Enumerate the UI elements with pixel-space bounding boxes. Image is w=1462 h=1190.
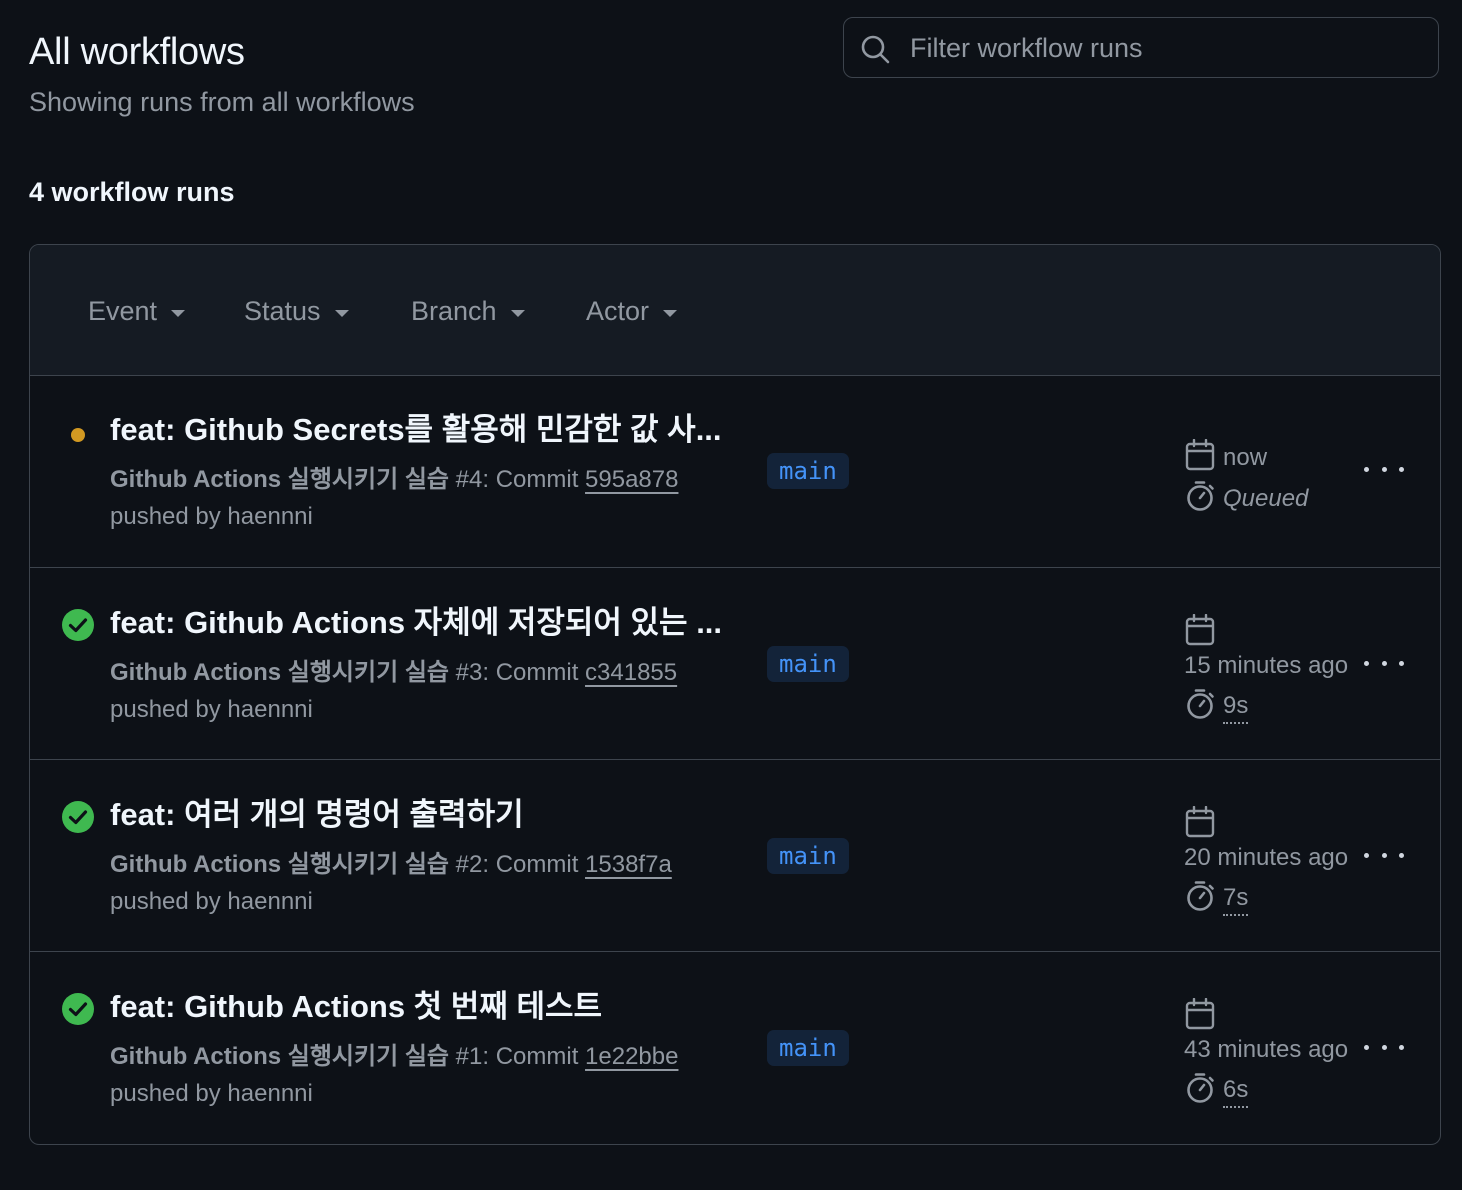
- run-duration: 9s: [1223, 690, 1249, 724]
- stopwatch-icon: [1187, 1073, 1214, 1103]
- run-title-link[interactable]: feat: Github Actions 첫 번째 테스트: [110, 985, 602, 1029]
- check-circle-icon: [62, 609, 94, 641]
- run-time: 43 minutes ago: [1184, 1036, 1349, 1063]
- kebab-dot: [1399, 466, 1404, 472]
- run-meta: Github Actions 실행시키기 실습 #3: Commit c3418…: [110, 656, 677, 690]
- filter-branch-label: Branch: [411, 295, 497, 326]
- commit-link[interactable]: c341855: [585, 659, 677, 686]
- workflow-run-row[interactable]: feat: Github Actions 자체에 저장되어 있는 ... Git…: [30, 567, 1440, 758]
- run-time: 20 minutes ago: [1184, 844, 1349, 871]
- calendar-icon: [1185, 614, 1215, 646]
- run-title-link[interactable]: feat: Github Secrets를 활용해 민감한 값 사...: [110, 408, 722, 452]
- page-title: All workflows: [29, 31, 245, 73]
- caret-down-icon: [334, 309, 349, 317]
- calendar-icon: [1185, 806, 1215, 838]
- run-title-link[interactable]: feat: 여러 개의 명령어 출력하기: [110, 793, 524, 837]
- kebab-dot: [1399, 1044, 1404, 1050]
- stopwatch-icon: [1187, 689, 1214, 719]
- kebab-dot: [1381, 660, 1387, 666]
- workflow-name: Github Actions 실행시키기 실습: [110, 1043, 449, 1070]
- run-actor: pushed by haennni: [110, 888, 313, 915]
- calendar-icon: [1185, 998, 1215, 1030]
- run-number: #3: Commit: [449, 659, 586, 686]
- stopwatch-icon: [1187, 481, 1214, 511]
- more-actions-button[interactable]: [1364, 845, 1404, 865]
- workflow-name: Github Actions 실행시키기 실습: [110, 659, 449, 686]
- filter-bar: Event Status Branch Actor: [30, 245, 1440, 376]
- run-number: #1: Commit: [449, 1043, 586, 1070]
- run-actor: pushed by haennni: [110, 696, 313, 723]
- branch-badge[interactable]: main: [767, 838, 849, 874]
- kebab-dot: [1381, 1044, 1387, 1050]
- branch-badge[interactable]: main: [767, 1030, 849, 1066]
- run-duration: 6s: [1223, 1074, 1249, 1108]
- filter-event[interactable]: Event: [88, 291, 186, 331]
- caret-down-icon: [171, 309, 186, 317]
- kebab-dot: [1364, 1044, 1369, 1050]
- run-meta: Github Actions 실행시키기 실습 #1: Commit 1e22b…: [110, 1040, 678, 1074]
- run-number: #2: Commit: [449, 851, 586, 878]
- caret-down-icon: [663, 309, 678, 317]
- more-actions-button[interactable]: [1364, 459, 1404, 479]
- workflow-run-row[interactable]: feat: 여러 개의 명령어 출력하기 Github Actions 실행시키…: [30, 759, 1440, 950]
- run-duration: Queued: [1223, 485, 1309, 512]
- more-actions-button[interactable]: [1364, 1037, 1404, 1057]
- search-input[interactable]: [908, 18, 1428, 78]
- filter-actor-label: Actor: [586, 295, 650, 326]
- filter-status[interactable]: Status: [244, 291, 349, 331]
- filter-event-label: Event: [88, 295, 158, 326]
- workflow-runs-page: All workflows Showing runs from all work…: [0, 0, 1462, 1190]
- caret-down-icon: [510, 309, 525, 317]
- commit-link[interactable]: 1538f7a: [585, 851, 672, 878]
- run-actor: pushed by haennni: [110, 503, 313, 530]
- workflow-run-row[interactable]: feat: Github Actions 첫 번째 테스트 Github Act…: [30, 951, 1440, 1142]
- kebab-dot: [1399, 852, 1404, 858]
- queued-status-icon: [71, 428, 85, 442]
- kebab-dot: [1364, 466, 1369, 472]
- workflow-run-row[interactable]: feat: Github Secrets를 활용해 민감한 값 사... Git…: [30, 375, 1440, 566]
- kebab-dot: [1399, 660, 1404, 666]
- more-actions-button[interactable]: [1364, 653, 1404, 673]
- check-circle-icon: [62, 993, 94, 1025]
- page-subtitle: Showing runs from all workflows: [29, 87, 415, 117]
- run-meta: Github Actions 실행시키기 실습 #2: Commit 1538f…: [110, 848, 672, 882]
- kebab-dot: [1364, 660, 1369, 666]
- calendar-icon: [1185, 439, 1215, 471]
- kebab-dot: [1364, 852, 1369, 858]
- workflow-name: Github Actions 실행시키기 실습: [110, 466, 449, 493]
- search-icon: [861, 35, 890, 64]
- commit-link[interactable]: 595a878: [585, 466, 678, 493]
- kebab-dot: [1381, 852, 1387, 858]
- branch-badge[interactable]: main: [767, 453, 849, 489]
- branch-badge[interactable]: main: [767, 646, 849, 682]
- workflow-runs-list: Event Status Branch Actor feat: Github S…: [29, 244, 1441, 1145]
- run-time: 15 minutes ago: [1184, 652, 1349, 679]
- runs-count: 4 workflow runs: [29, 177, 235, 207]
- filter-status-label: Status: [244, 295, 321, 326]
- run-time: now: [1223, 444, 1268, 471]
- run-actor: pushed by haennni: [110, 1080, 313, 1107]
- run-meta: Github Actions 실행시키기 실습 #4: Commit 595a8…: [110, 463, 678, 497]
- commit-link[interactable]: 1e22bbe: [585, 1043, 678, 1070]
- workflow-name: Github Actions 실행시키기 실습: [110, 851, 449, 878]
- run-duration: 7s: [1223, 882, 1249, 916]
- check-circle-icon: [62, 801, 94, 833]
- stopwatch-icon: [1187, 881, 1214, 911]
- kebab-dot: [1381, 466, 1387, 472]
- run-title-link[interactable]: feat: Github Actions 자체에 저장되어 있는 ...: [110, 601, 722, 645]
- run-number: #4: Commit: [449, 466, 586, 493]
- filter-actor[interactable]: Actor: [586, 291, 678, 331]
- search-box[interactable]: [843, 17, 1439, 78]
- filter-branch[interactable]: Branch: [411, 291, 525, 331]
